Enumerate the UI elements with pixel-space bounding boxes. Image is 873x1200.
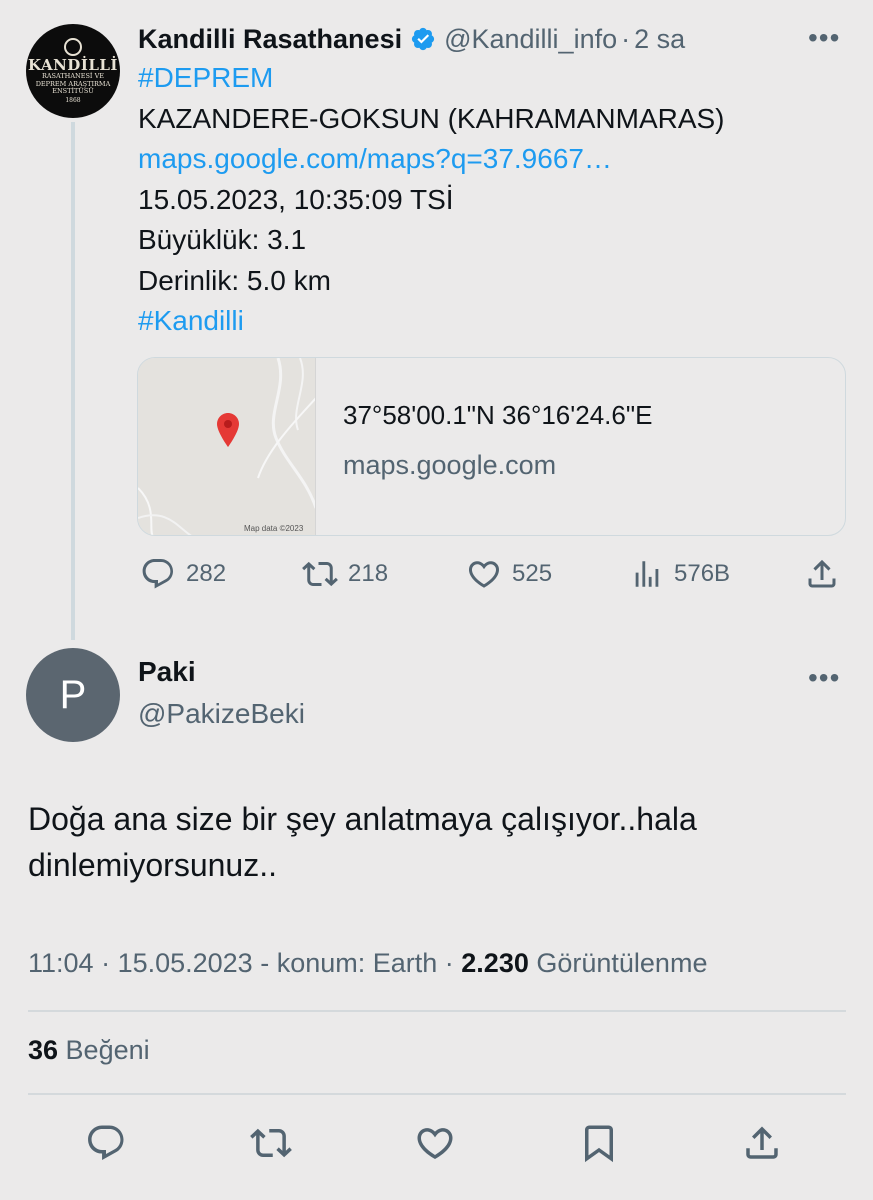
reply-button[interactable]	[83, 1120, 129, 1166]
likes-count: 36	[28, 1035, 59, 1065]
more-icon[interactable]: •••	[808, 664, 840, 692]
meta-views-count: 2.230	[461, 948, 529, 978]
more-icon[interactable]: •••	[808, 24, 840, 52]
author-handle[interactable]: @Kandilli_info	[444, 24, 617, 55]
like-icon	[417, 1128, 453, 1160]
reply-action[interactable]: 282	[140, 552, 226, 596]
maps-link[interactable]: maps.google.com/maps?q=37.9667…	[138, 139, 725, 180]
like-action[interactable]: 525	[466, 552, 552, 596]
kandilli-avatar[interactable]: KANDİLLİ RASATHANESİ VE DEPREM ARAŞTIRMA…	[26, 24, 120, 118]
reply-author-name[interactable]: Paki	[138, 656, 196, 688]
reply-text-line-2: dinlemiyorsunuz..	[28, 847, 277, 883]
views-icon	[635, 561, 659, 587]
author-name[interactable]: Kandilli Rasathanesi	[138, 24, 402, 55]
retweet-icon	[250, 1128, 292, 1158]
depth-line: Derinlik: 5.0 km	[138, 264, 331, 296]
reply-text-line-1: Doğa ana size bir şey anlatmaya çalışıyo…	[28, 801, 697, 837]
datetime-line: 15.05.2023, 10:35:09 TSİ	[138, 183, 454, 215]
divider	[28, 1093, 846, 1095]
bookmark-button[interactable]	[576, 1120, 622, 1166]
views-count: 576B	[674, 560, 731, 587]
map-attribution: Map data ©2023	[244, 524, 304, 533]
likes-label: Beğeni	[58, 1035, 150, 1065]
verified-badge-icon	[411, 27, 435, 51]
like-icon	[468, 561, 500, 588]
card-domain: maps.google.com	[343, 450, 557, 480]
avatar-sub-text-3: ENSTİTÜSÜ	[52, 87, 94, 96]
thread-line	[71, 122, 75, 640]
map-thumbnail: Map data ©2023	[138, 358, 316, 535]
meta-separator: ·	[437, 948, 462, 978]
reply-text: Doğa ana size bir şey anlatmaya çalışıyo…	[28, 796, 697, 888]
map-pin-icon	[217, 413, 239, 447]
tweet-meta: 11:04 · 15.05.2023 - konum: Earth · 2.23…	[28, 948, 707, 979]
views-action[interactable]: 576B	[630, 552, 730, 596]
like-count: 525	[512, 560, 553, 587]
bookmark-icon	[585, 1125, 613, 1163]
card-coordinates: 37°58'00.1"N 36°16'24.6"E	[343, 400, 653, 430]
likes-summary[interactable]: 36 Beğeni	[28, 1035, 150, 1066]
meta-date[interactable]: 15.05.2023	[118, 948, 253, 978]
hashtag-deprem[interactable]: #DEPREM	[138, 58, 725, 99]
link-preview-card[interactable]: Map data ©2023 37°58'00.1"N 36°16'24.6"E…	[137, 357, 846, 536]
share-icon	[808, 559, 836, 588]
reply-author-handle[interactable]: @PakizeBeki	[138, 698, 305, 730]
retweet-button[interactable]	[248, 1120, 294, 1166]
retweet-icon	[302, 561, 338, 587]
divider	[28, 1010, 846, 1012]
meta-views-label: Görüntülenme	[528, 948, 708, 978]
reply-icon	[142, 559, 173, 589]
share-icon	[746, 1126, 778, 1159]
retweet-action[interactable]: 218	[302, 552, 388, 596]
like-button[interactable]	[412, 1120, 458, 1166]
map-roads	[138, 358, 315, 535]
meta-time[interactable]: 11:04	[28, 948, 94, 978]
share-action[interactable]	[804, 552, 840, 596]
reply-count: 282	[186, 560, 227, 587]
reply-icon	[88, 1125, 124, 1160]
meta-location: - konum: Earth	[252, 948, 438, 978]
retweet-count: 218	[348, 560, 389, 587]
kandilli-emblem-icon	[64, 38, 82, 57]
hashtag-kandilli[interactable]: #Kandilli	[138, 301, 725, 342]
meta-separator: ·	[93, 948, 118, 978]
parent-tweet-text: #DEPREM KAZANDERE-GOKSUN (KAHRAMANMARAS)…	[138, 58, 725, 342]
paki-avatar[interactable]: P	[26, 648, 120, 742]
share-button[interactable]	[739, 1120, 785, 1166]
location-line: KAZANDERE-GOKSUN (KAHRAMANMARAS)	[138, 102, 725, 134]
separator-dot: ·	[621, 23, 631, 54]
avatar-brand-text: KANDİLLİ	[28, 56, 118, 75]
magnitude-line: Büyüklük: 3.1	[138, 224, 307, 255]
parent-tweet-header: Kandilli Rasathanesi @Kandilli_info · 2 …	[138, 20, 685, 58]
tweet-time[interactable]: 2 sa	[634, 24, 685, 55]
avatar-year-text: 1868	[65, 96, 81, 104]
